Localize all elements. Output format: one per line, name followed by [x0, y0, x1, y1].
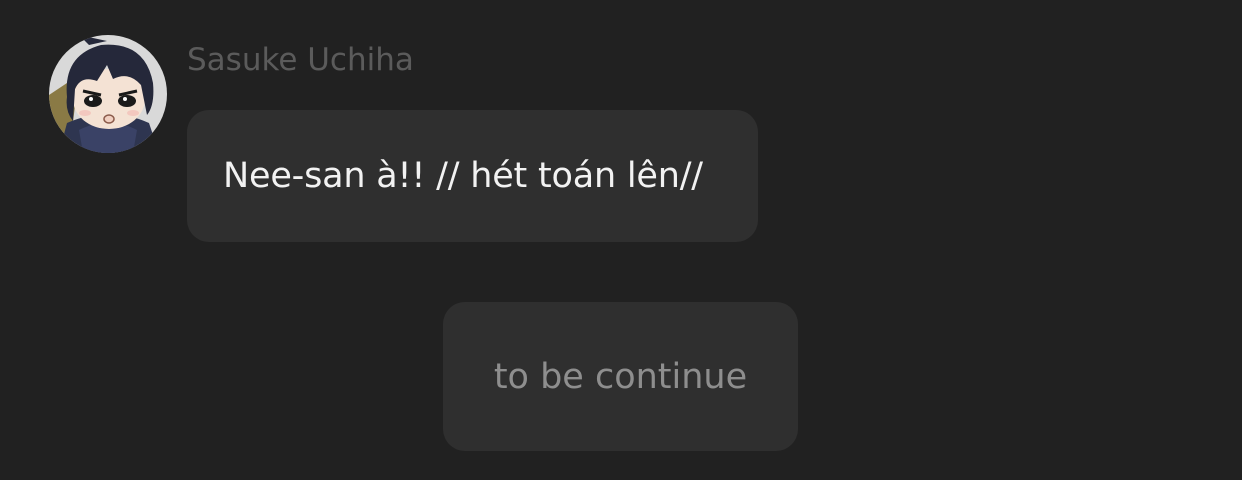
message-text: Nee-san à!! // hét toán lên// — [223, 156, 703, 196]
continuation-text: to be continue — [493, 356, 748, 397]
sender-name: Sasuke Uchiha — [187, 42, 414, 78]
message-bubble[interactable]: Nee-san à!! // hét toán lên// — [187, 110, 758, 242]
sender-avatar[interactable] — [49, 35, 167, 153]
chibi-character-avatar-icon — [49, 35, 167, 153]
chat-screen: Sasuke Uchiha Nee-san à!! // hét toán lê… — [0, 0, 1242, 480]
continuation-bubble[interactable]: to be continue — [443, 302, 798, 451]
